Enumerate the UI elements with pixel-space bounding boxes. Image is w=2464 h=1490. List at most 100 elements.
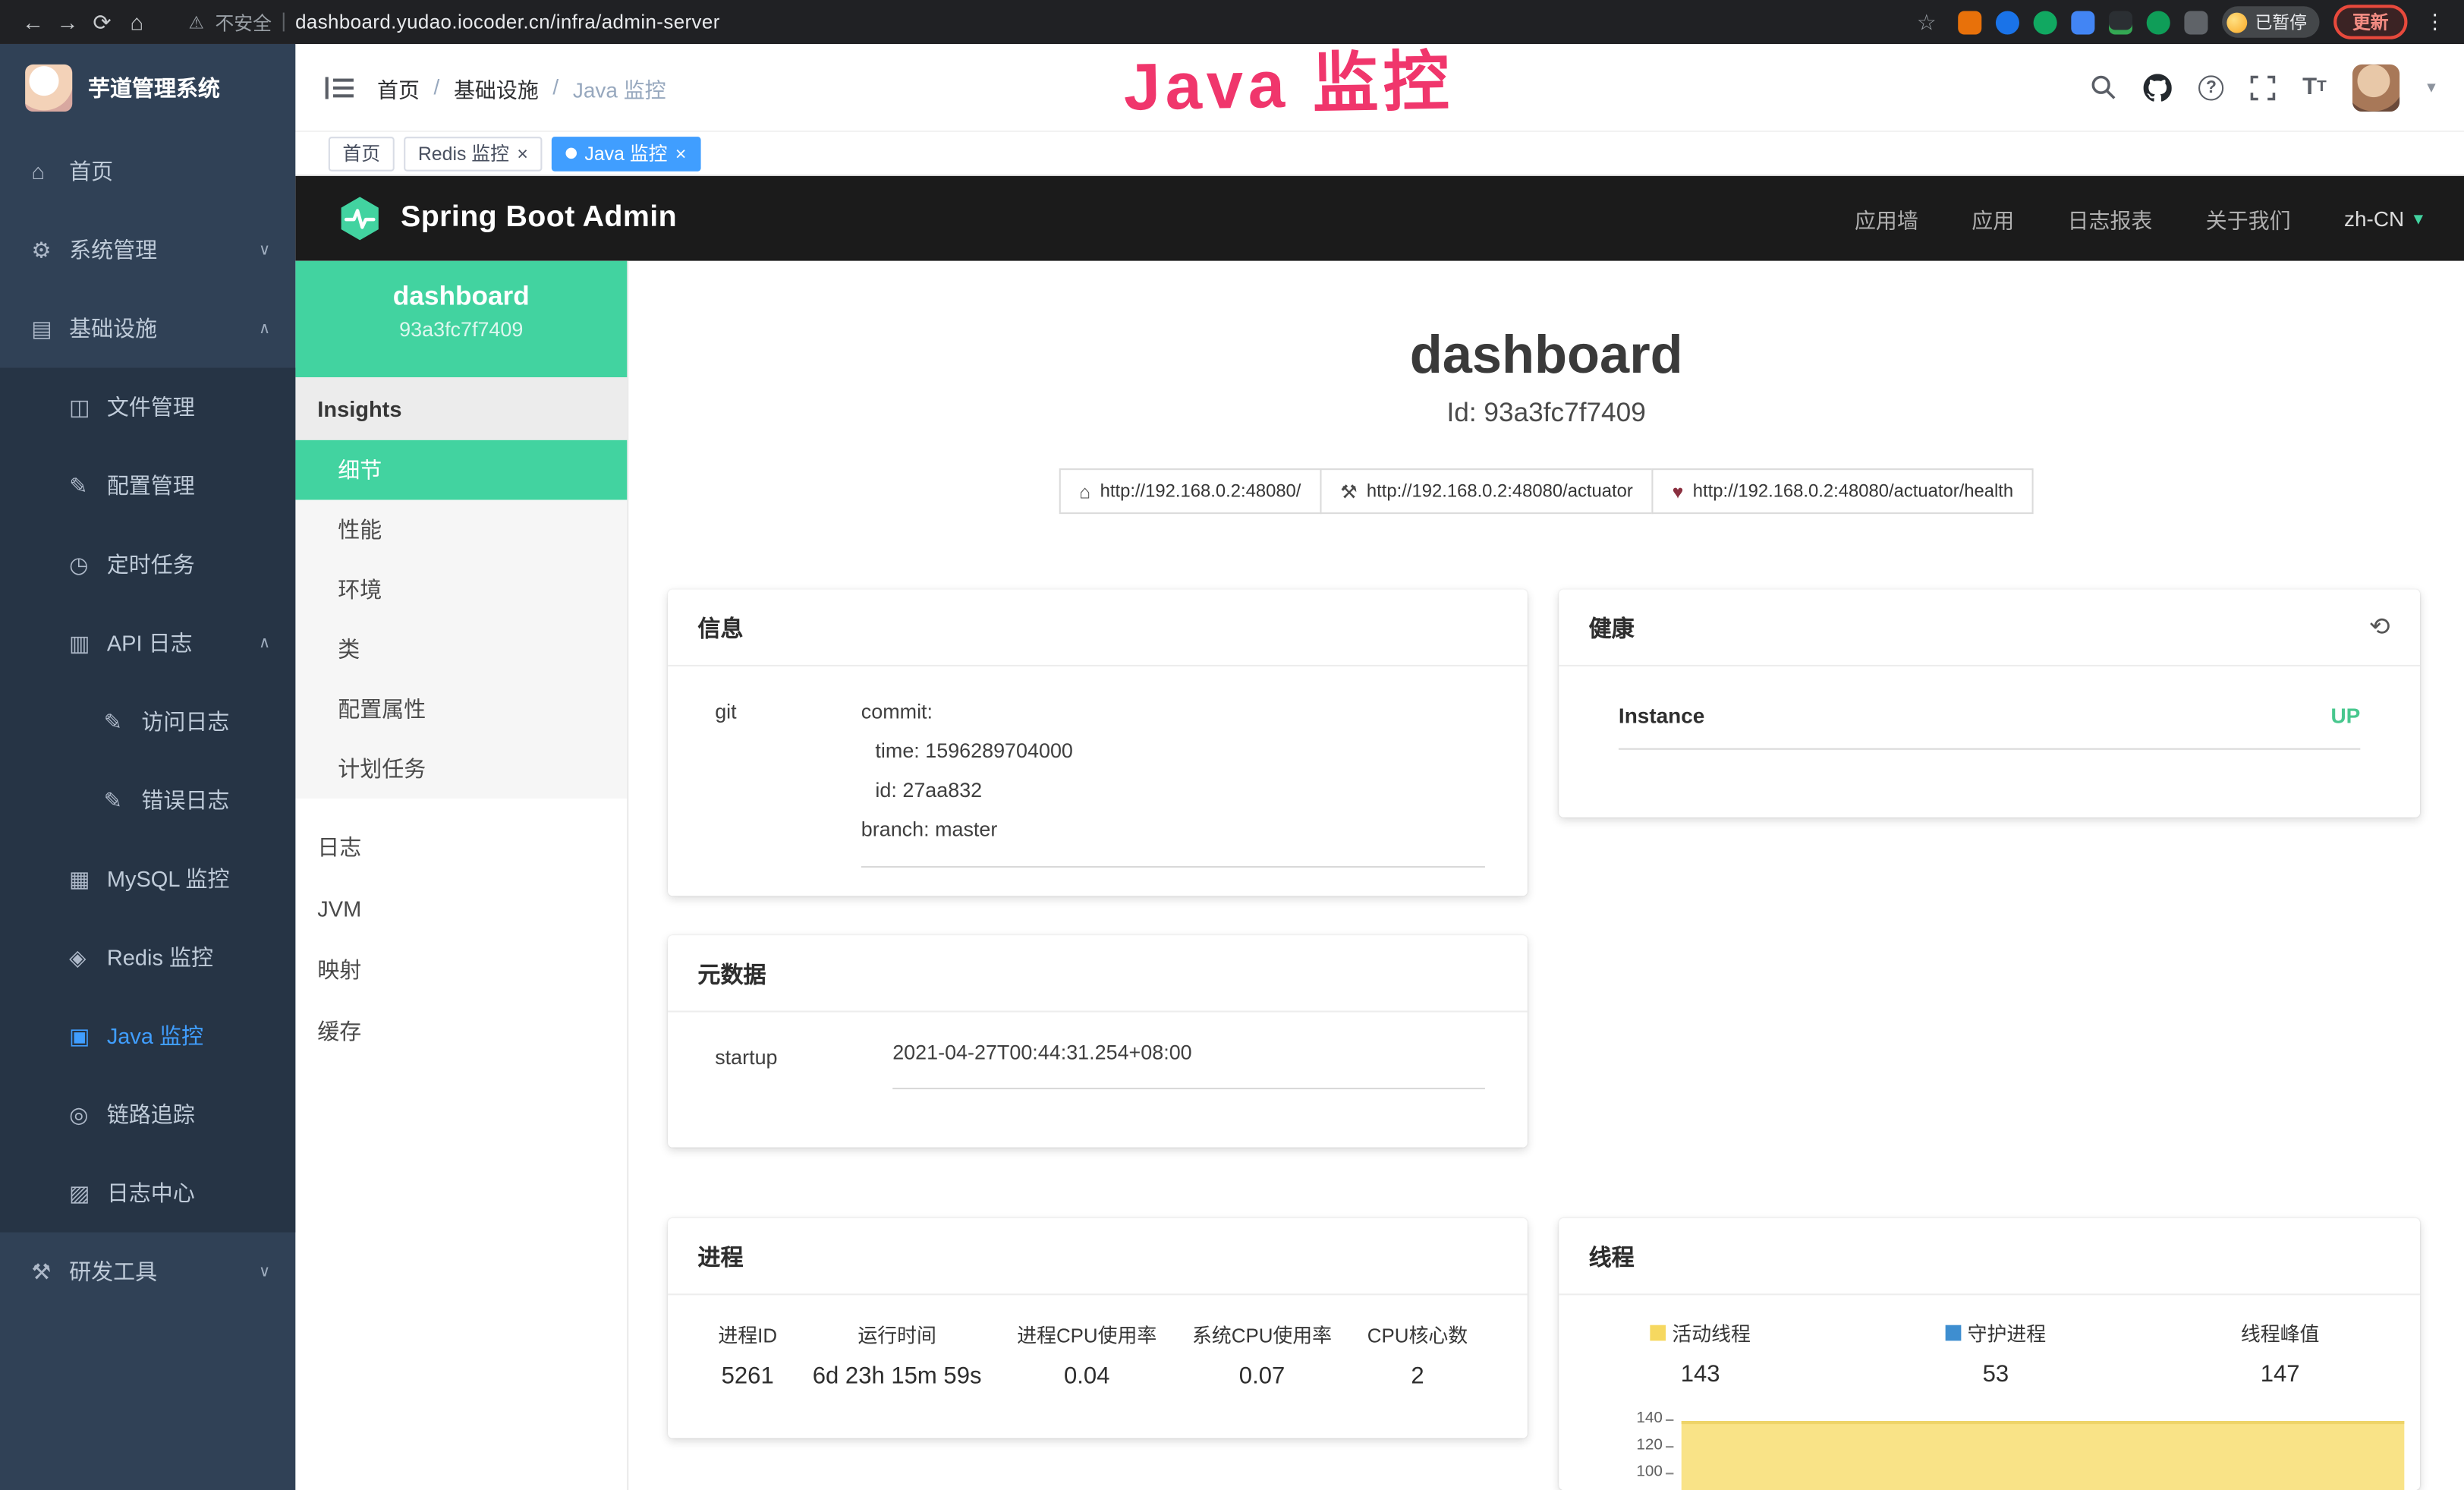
tags-view: 首页 Redis 监控 × Java 监控 × xyxy=(295,132,2464,176)
close-icon[interactable]: × xyxy=(517,143,528,162)
paused-badge[interactable]: 已暂停 xyxy=(2222,6,2319,37)
stat-pid: 进程ID 5261 xyxy=(718,1318,777,1389)
sidebar-item-label: Java 监控 xyxy=(107,1020,203,1051)
sba-nav-applications[interactable]: 应用 xyxy=(1972,203,2014,234)
sidebar-item-label: 链路追踪 xyxy=(107,1098,195,1129)
close-icon[interactable]: × xyxy=(675,143,687,162)
fullscreen-icon[interactable] xyxy=(2251,74,2276,99)
sba-nav-wallboard[interactable]: 应用墙 xyxy=(1855,203,1918,234)
metadata-key: startup xyxy=(715,1038,892,1089)
sba-menu-item-classes[interactable]: 类 xyxy=(295,619,627,679)
sba-instance-block[interactable]: dashboard 93a3fc7f7409 xyxy=(295,261,627,377)
sidebar-item-file-mgmt[interactable]: ◫ 文件管理 xyxy=(0,368,295,447)
sba-menu-item-logs[interactable]: 日志 xyxy=(295,816,627,877)
sidebar-item-api-logs[interactable]: ▥ API 日志 ∧ xyxy=(0,603,295,682)
threads-card: 线程 活动线程 143 守护进程 xyxy=(1559,1218,2420,1490)
address-bar[interactable]: ⚠ 不安全 dashboard.yudao.iocoder.cn/infra/a… xyxy=(188,8,719,35)
sba-nav-about[interactable]: 关于我们 xyxy=(2206,203,2291,234)
sba-menu-item-config-props[interactable]: 配置属性 xyxy=(295,679,627,739)
layers-icon: ◈ xyxy=(69,944,107,971)
threads-chart: 140 120 100 xyxy=(1591,1410,2408,1490)
main-region: 首页 / 基础设施 / Java 监控 ? xyxy=(295,44,2464,1490)
info-card-title: 信息 xyxy=(668,590,1528,666)
sidebar-item-system-mgmt[interactable]: ⚙ 系统管理 ∨ xyxy=(0,210,295,289)
sidebar-item-infrastructure[interactable]: ▤ 基础设施 ∧ xyxy=(0,289,295,368)
tag-redis-monitor[interactable]: Redis 监控 × xyxy=(404,136,542,171)
search-icon[interactable] xyxy=(2091,74,2117,100)
app-sidebar: 芋道管理系统 ⌂ 首页 ⚙ 系统管理 ∨ ▤ 基础设施 ∧ ◫ 文件管理 ✎ 配… xyxy=(0,44,295,1490)
sidebar-item-error-logs[interactable]: ✎ 错误日志 xyxy=(0,761,295,840)
sidebar-item-mysql-monitor[interactable]: ▦ MySQL 监控 xyxy=(0,840,295,918)
tag-home[interactable]: 首页 xyxy=(329,136,395,171)
sba-nav-journal[interactable]: 日志报表 xyxy=(2068,203,2153,234)
sidebar-item-label: Redis 监控 xyxy=(107,941,213,972)
sba-menu-item-scheduled-tasks[interactable]: 计划任务 xyxy=(295,739,627,799)
breadcrumb-separator: / xyxy=(434,75,440,99)
extension-icon-7[interactable] xyxy=(2184,10,2208,33)
warning-icon: ⚠ xyxy=(188,12,203,33)
sidebar-item-config-mgmt[interactable]: ✎ 配置管理 xyxy=(0,446,295,525)
home-icon: ⌂ xyxy=(1079,480,1090,502)
extension-icon-5[interactable] xyxy=(2109,10,2132,33)
browser-home-icon[interactable]: ⌂ xyxy=(119,9,154,34)
update-button[interactable]: 更新 xyxy=(2333,5,2407,39)
browser-menu-icon[interactable]: ⋮ xyxy=(2422,9,2448,34)
info-card-body: git commit: time: 1596289704000 id: 27aa… xyxy=(668,666,1528,868)
forward-icon[interactable]: → xyxy=(50,9,85,34)
browser-actions: ☆ 已暂停 更新 ⋮ xyxy=(1909,5,2448,39)
extension-icon-3[interactable] xyxy=(2034,10,2057,33)
url-text[interactable]: dashboard.yudao.iocoder.cn/infra/admin-s… xyxy=(295,11,720,33)
bookmark-star-icon[interactable]: ☆ xyxy=(1909,8,1944,35)
extension-icon-4[interactable] xyxy=(2071,10,2094,33)
font-size-icon[interactable]: TT xyxy=(2302,74,2327,100)
instance-link-health[interactable]: ♥ http://192.168.0.2:48080/actuator/heal… xyxy=(1652,468,2034,514)
sba-brand[interactable]: Spring Boot Admin xyxy=(336,195,677,242)
chevron-up-icon: ∧ xyxy=(259,635,270,652)
reload-icon[interactable]: ⟳ xyxy=(85,8,120,35)
file-icon: ◫ xyxy=(69,394,107,421)
wrench-icon: ⚒ xyxy=(1340,480,1357,502)
instance-link-actuator[interactable]: ⚒ http://192.168.0.2:48080/actuator xyxy=(1320,468,1653,514)
sidebar-item-access-logs[interactable]: ✎ 访问日志 xyxy=(0,682,295,761)
screen: ← → ⟳ ⌂ ⚠ 不安全 dashboard.yudao.iocoder.cn… xyxy=(0,0,2464,1490)
list-icon: ▥ xyxy=(69,629,107,656)
github-icon[interactable] xyxy=(2144,73,2172,101)
sba-menu-item-mappings[interactable]: 映射 xyxy=(295,938,627,1000)
active-dot xyxy=(566,148,577,159)
page-subtitle: Id: 93a3fc7f7409 xyxy=(628,398,2464,429)
sidebar-item-label: MySQL 监控 xyxy=(107,863,230,894)
sba-menu-item-environment[interactable]: 环境 xyxy=(295,559,627,619)
extension-icon-2[interactable] xyxy=(1996,10,2019,33)
extension-icon-6[interactable] xyxy=(2147,10,2170,33)
sba-menu-item-caches[interactable]: 缓存 xyxy=(295,1000,627,1061)
sidebar-item-home[interactable]: ⌂ 首页 xyxy=(0,132,295,211)
sidebar-item-java-monitor[interactable]: ▣ Java 监控 xyxy=(0,997,295,1076)
sba-menu-insights-header: Insights xyxy=(295,377,627,440)
sidebar-item-log-center[interactable]: ▨ 日志中心 xyxy=(0,1154,295,1233)
sba-menu-item-details[interactable]: 细节 xyxy=(295,440,627,500)
sidebar-item-link-tracing[interactable]: ◎ 链路追踪 xyxy=(0,1075,295,1154)
sidebar-item-scheduled-tasks[interactable]: ◷ 定时任务 xyxy=(0,525,295,604)
locale-selector[interactable]: zh-CN ▾ xyxy=(2344,206,2423,230)
y-axis-tick: 140 xyxy=(1591,1410,1663,1428)
help-icon[interactable]: ? xyxy=(2198,74,2223,99)
breadcrumb-home[interactable]: 首页 xyxy=(377,71,420,102)
stat-uptime: 运行时间 6d 23h 15m 59s xyxy=(813,1318,982,1389)
app-header: 首页 / 基础设施 / Java 监控 ? xyxy=(295,44,2464,132)
back-icon[interactable]: ← xyxy=(16,9,51,34)
sidebar-item-redis-monitor[interactable]: ◈ Redis 监控 xyxy=(0,918,295,997)
table-icon: ▦ xyxy=(69,865,107,892)
sidebar-item-label: 定时任务 xyxy=(107,549,195,580)
sba-menu-item-performance[interactable]: 性能 xyxy=(295,500,627,560)
breadcrumb-infrastructure[interactable]: 基础设施 xyxy=(454,71,539,102)
avatar-caret-icon[interactable]: ▾ xyxy=(2427,77,2435,97)
app-logo[interactable]: 芋道管理系统 xyxy=(0,44,295,132)
tag-java-monitor[interactable]: Java 监控 × xyxy=(552,136,700,171)
instance-link-root[interactable]: ⌂ http://192.168.0.2:48080/ xyxy=(1059,468,1321,514)
history-icon[interactable]: ⟲ xyxy=(2369,612,2390,643)
sidebar-item-dev-tools[interactable]: ⚒ 研发工具 ∨ xyxy=(0,1233,295,1312)
sba-menu-item-jvm[interactable]: JVM xyxy=(295,877,627,939)
menu-fold-icon[interactable] xyxy=(324,71,355,102)
user-avatar[interactable] xyxy=(2353,64,2400,111)
extension-icon-1[interactable] xyxy=(1958,10,1981,33)
